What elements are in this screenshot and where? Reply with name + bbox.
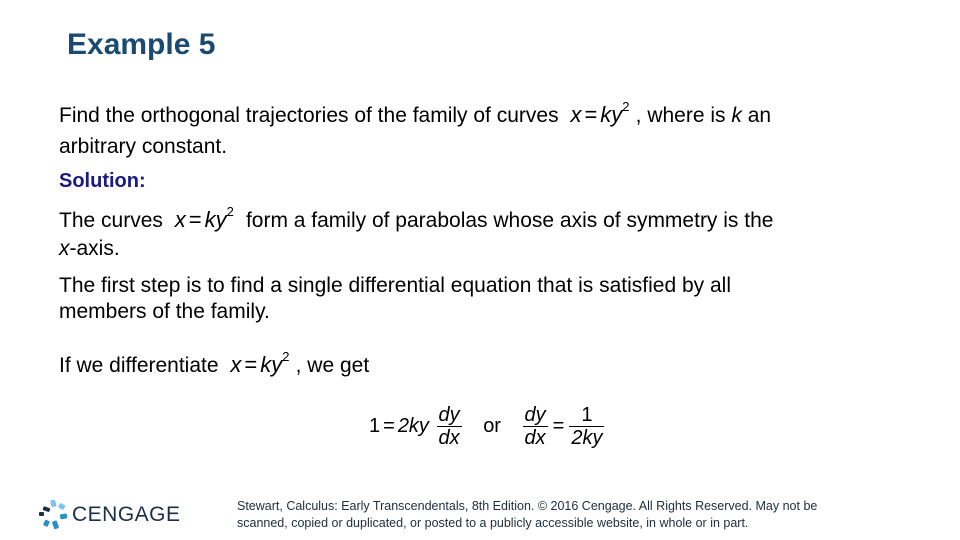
problem-text: Find the orthogonal trajectories of the … (59, 104, 559, 127)
eq-x: x (570, 102, 582, 127)
eq-k: k (600, 102, 612, 127)
para1-line-2: x-axis. (59, 236, 120, 262)
reciprocal-fraction: 1 2ky (569, 404, 605, 449)
solution-label: Solution: (59, 170, 146, 192)
problem-end: an (747, 104, 772, 127)
para1-line-1: The curves x = ky2 form a family of parabo… (59, 204, 774, 234)
axis-text: -axis. (69, 237, 120, 260)
para1-end: form a family of parabolas whose axis of… (245, 209, 774, 232)
copyright-notice: Stewart, Calculus: Early Transcendentals… (237, 498, 817, 532)
para1-equation: x = ky2 (174, 204, 234, 232)
para3-end: , we get (295, 354, 370, 377)
para3-start: If we differentiate (59, 354, 219, 377)
derivative-equation: 1 = 2ky dy dx or dy dx = 1 2ky (369, 404, 606, 449)
equals-1: = (383, 414, 395, 437)
cengage-logo-icon (39, 500, 68, 530)
cengage-brand: CENGAGE (72, 503, 181, 526)
lhs-one: 1 (369, 414, 381, 437)
equals-2: = (552, 414, 565, 437)
x-var: x (59, 237, 70, 260)
curve-equation: x = ky2 (570, 99, 635, 127)
dy-dx-fraction-2: dy dx (522, 404, 548, 449)
eq-exponent: 2 (622, 99, 630, 114)
problem-line-2: arbitrary constant. (59, 135, 228, 158)
slide-title: Example 5 (67, 28, 216, 61)
problem-line-1: Find the orthogonal trajectories of the … (59, 99, 772, 129)
para2-line-1: The first step is to find a single diffe… (59, 274, 731, 297)
para3-line: If we differentiate x = ky2 , we get (59, 349, 370, 379)
para2-line-2: members of the family. (59, 300, 270, 323)
eq-equals: = (584, 102, 598, 127)
eq-y: y (611, 102, 623, 127)
para1-start: The curves (59, 209, 163, 232)
problem-after: , where is (635, 104, 726, 127)
coef: 2ky (397, 414, 429, 437)
para3-equation: x = ky2 (230, 349, 290, 377)
dy-dx-fraction-1: dy dx (436, 404, 462, 449)
problem-k: k (731, 104, 742, 127)
copyright-line-1: Stewart, Calculus: Early Transcendentals… (237, 499, 818, 513)
or-word: or (483, 414, 501, 437)
copyright-line-2: scanned, copied or duplicated, or posted… (237, 516, 749, 530)
